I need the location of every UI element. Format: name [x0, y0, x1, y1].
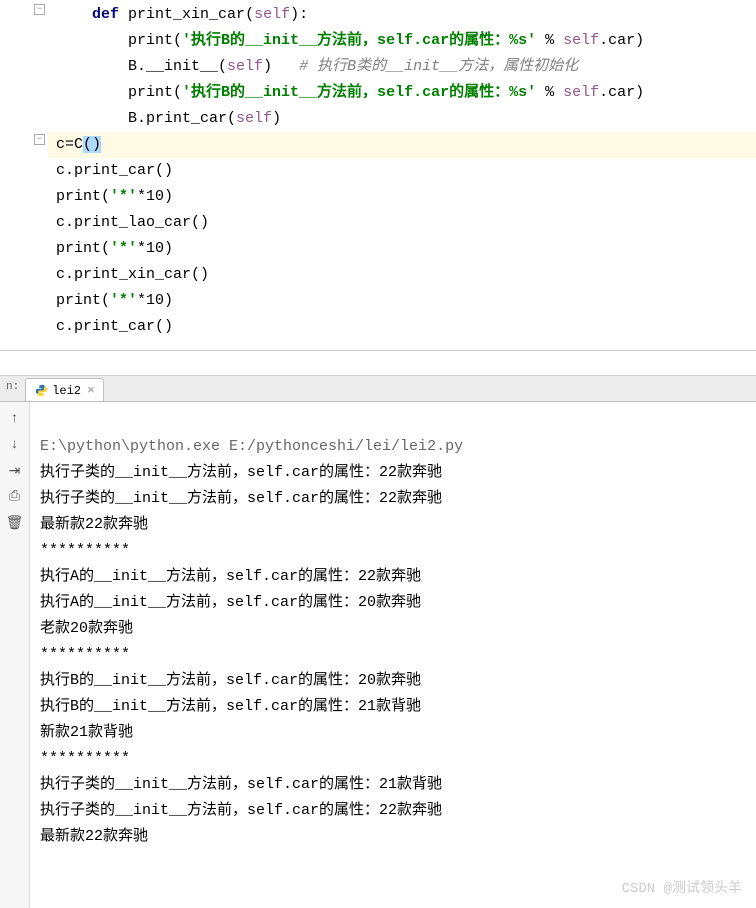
code-line[interactable]: print('*'*10): [48, 184, 756, 210]
output-line: 执行A的__init__方法前，self.car的属性：22款奔驰: [40, 568, 421, 585]
output-line: 最新款22款奔驰: [40, 516, 148, 533]
code-line[interactable]: print('*'*10): [48, 236, 756, 262]
tab-prefix: n:: [0, 376, 25, 401]
output-line: 执行子类的__init__方法前，self.car的属性：22款奔驰: [40, 802, 442, 819]
editor-gutter: − −: [0, 0, 48, 350]
output-body: ↑ ↓ ⇥ ⎙ 🗑 E:\python\python.exe E:/python…: [0, 402, 756, 908]
output-line: 执行子类的__init__方法前，self.car的属性：22款奔驰: [40, 464, 442, 481]
output-line: 执行B的__init__方法前，self.car的属性：21款背驰: [40, 698, 421, 715]
tool-column: ↑ ↓ ⇥ ⎙ 🗑: [0, 402, 30, 908]
arrow-down-icon[interactable]: ↓: [6, 436, 24, 454]
code-editor[interactable]: − − def print_xin_car(self): print('执行B的…: [0, 0, 756, 351]
code-line[interactable]: c.print_lao_car(): [48, 210, 756, 236]
arrow-up-icon[interactable]: ↑: [6, 410, 24, 428]
code-line[interactable]: B.print_car(self): [48, 106, 756, 132]
output-line: 执行A的__init__方法前，self.car的属性：20款奔驰: [40, 594, 421, 611]
code-line[interactable]: print('执行B的__init__方法前，self.car的属性：%s' %…: [48, 80, 756, 106]
tab-bar: n: lei2 ×: [0, 376, 756, 402]
wrap-icon[interactable]: ⇥: [6, 462, 24, 480]
trash-icon[interactable]: 🗑: [6, 514, 24, 532]
tab-lei2[interactable]: lei2 ×: [25, 378, 104, 401]
tab-name: lei2: [52, 384, 81, 398]
command-line: E:\python\python.exe E:/pythonceshi/lei/…: [40, 438, 463, 455]
code-area[interactable]: def print_xin_car(self): print('执行B的__in…: [48, 0, 756, 350]
output-line: **********: [40, 750, 130, 767]
python-icon: [34, 384, 48, 398]
output-line: 执行子类的__init__方法前，self.car的属性：22款奔驰: [40, 490, 442, 507]
output-panel: n: lei2 × ↑ ↓ ⇥ ⎙ 🗑 E:\python\python.exe…: [0, 375, 756, 908]
output-line: 新款21款背驰: [40, 724, 133, 741]
code-line-highlighted[interactable]: c=C(): [48, 132, 756, 158]
code-line[interactable]: print('*'*10): [48, 288, 756, 314]
output-line: **********: [40, 542, 130, 559]
keyword-def: def: [92, 6, 119, 23]
watermark: CSDN @测试领头羊: [622, 876, 742, 902]
output-line: 执行B的__init__方法前，self.car的属性：20款奔驰: [40, 672, 421, 689]
code-line[interactable]: B.__init__(self) # 执行B类的__init__方法，属性初始化: [48, 54, 756, 80]
code-line[interactable]: c.print_car(): [48, 158, 756, 184]
code-line[interactable]: c.print_xin_car(): [48, 262, 756, 288]
close-icon[interactable]: ×: [85, 383, 95, 398]
fold-marker-icon[interactable]: −: [34, 4, 45, 15]
code-line[interactable]: c.print_car(): [48, 314, 756, 340]
output-line: **********: [40, 646, 130, 663]
code-line[interactable]: print('执行B的__init__方法前，self.car的属性：%s' %…: [48, 28, 756, 54]
code-line[interactable]: def print_xin_car(self):: [48, 2, 756, 28]
output-line: 老款20款奔驰: [40, 620, 133, 637]
selection: (): [83, 136, 101, 153]
output-line: 执行子类的__init__方法前，self.car的属性：21款背驰: [40, 776, 442, 793]
output-line: 最新款22款奔驰: [40, 828, 148, 845]
fold-end-icon[interactable]: −: [34, 134, 45, 145]
print-icon[interactable]: ⎙: [6, 488, 24, 506]
console-output[interactable]: E:\python\python.exe E:/pythonceshi/lei/…: [30, 402, 756, 908]
